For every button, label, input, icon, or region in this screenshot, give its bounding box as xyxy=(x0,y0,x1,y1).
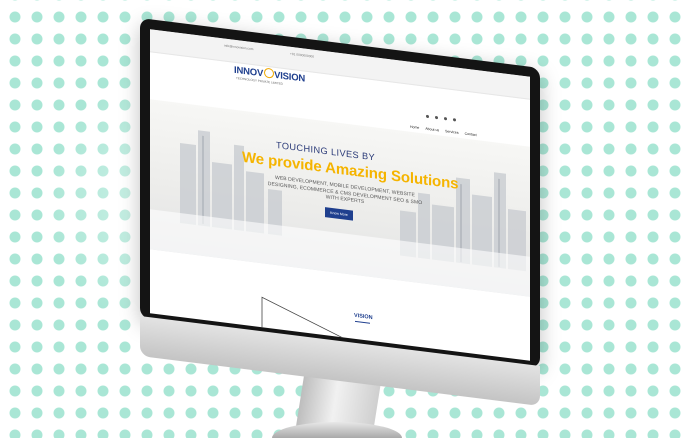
logo-eye-icon xyxy=(263,67,274,79)
instagram-icon[interactable] xyxy=(453,118,456,122)
monitor: info@innovision.com +91 0000000000 INNOV… xyxy=(140,18,540,406)
contact-phone[interactable]: +91 0000000000 xyxy=(290,52,314,59)
twitter-icon[interactable] xyxy=(435,115,438,120)
nav-contact[interactable]: Contact xyxy=(465,132,477,138)
linkedin-icon[interactable] xyxy=(444,117,447,121)
contact-topbar: info@innovision.com +91 0000000000 xyxy=(150,29,530,100)
hero-banner: TOUCHING LIVES BY We provide Amazing Sol… xyxy=(150,99,530,297)
contact-email[interactable]: info@innovision.com xyxy=(224,44,253,52)
monitor-stand-base xyxy=(272,422,402,438)
nav-about-us[interactable]: About us xyxy=(425,127,439,133)
facebook-icon[interactable] xyxy=(426,114,429,119)
nav-home[interactable]: Home xyxy=(410,125,419,130)
website-screen: info@innovision.com +91 0000000000 INNOV… xyxy=(150,29,530,361)
social-links xyxy=(426,114,456,122)
nav-services[interactable]: Services xyxy=(445,129,458,135)
